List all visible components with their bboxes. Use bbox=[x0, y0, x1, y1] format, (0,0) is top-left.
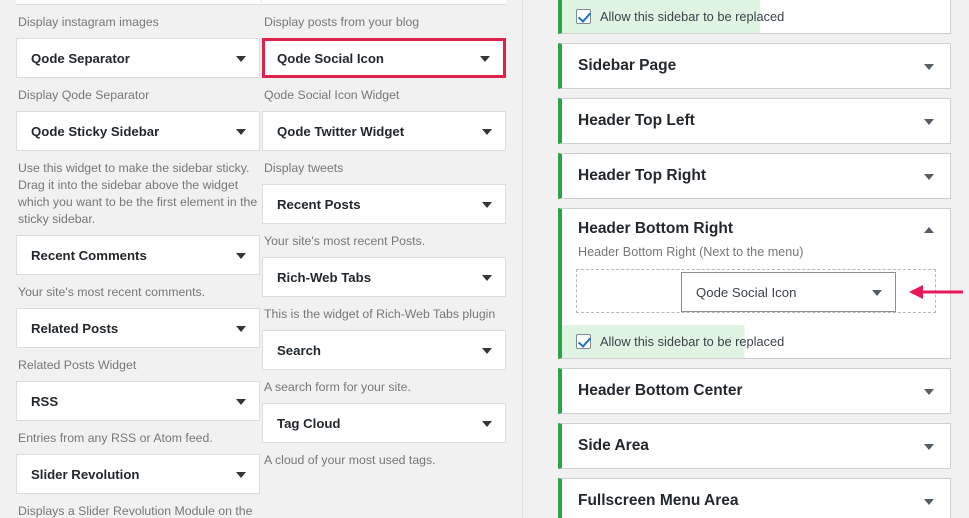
allow-replace-row[interactable]: Allow this sidebar to be replaced bbox=[562, 325, 950, 358]
chevron-down-icon[interactable] bbox=[924, 444, 934, 450]
sidebar-box-header-top-left[interactable]: Header Top Left bbox=[558, 98, 951, 144]
widget-description: Display instagram images bbox=[18, 15, 159, 29]
checkbox-checked-icon[interactable] bbox=[576, 9, 591, 24]
widget-option-label: Qode Sticky Sidebar bbox=[31, 123, 160, 139]
panel-divider bbox=[522, 0, 540, 518]
widget-option-slider-revolution[interactable]: Slider Revolution bbox=[16, 454, 260, 494]
widget-description: A cloud of your most used tags. bbox=[264, 453, 436, 467]
widget-option-recent-comments[interactable]: Recent Comments bbox=[16, 235, 260, 275]
widget-description: Your site's most recent comments. bbox=[18, 285, 206, 299]
widget-description: Your site's most recent Posts. bbox=[264, 234, 426, 248]
chevron-down-icon[interactable] bbox=[924, 119, 934, 125]
allow-replace-label: Allow this sidebar to be replaced bbox=[600, 9, 785, 24]
sidebar-box-title: Header Bottom Right bbox=[578, 220, 733, 237]
sidebar-box-fullscreen-menu-area[interactable]: Fullscreen Menu Area bbox=[558, 478, 951, 518]
sidebar-box-header-bottom-center[interactable]: Header Bottom Center bbox=[558, 368, 951, 414]
widget-option-qode-twitter-widget[interactable]: Qode Twitter Widget bbox=[262, 111, 506, 151]
widget-option-label: Recent Posts bbox=[277, 196, 361, 212]
widget-option-label: Tag Cloud bbox=[277, 415, 341, 431]
widget-description: Use this widget to make the sidebar stic… bbox=[18, 161, 258, 226]
dropped-widget-label: Qode Social Icon bbox=[696, 284, 797, 300]
sidebars-panel: Allow this sidebar to be replaced Sideba… bbox=[540, 0, 969, 518]
sidebar-box-title: Header Top Left bbox=[578, 112, 695, 129]
chevron-down-icon bbox=[236, 56, 246, 62]
chevron-down-icon bbox=[482, 421, 492, 427]
widget-option-qode-sticky-sidebar[interactable]: Qode Sticky Sidebar bbox=[16, 111, 260, 151]
chevron-down-icon bbox=[482, 129, 492, 135]
widget-description: Display Qode Separator bbox=[18, 88, 150, 102]
widget-option-rss[interactable]: RSS bbox=[16, 381, 260, 421]
widget-option-label: Recent Comments bbox=[31, 247, 147, 263]
chevron-down-icon bbox=[236, 253, 246, 259]
widget-option-label: Slider Revolution bbox=[31, 466, 140, 482]
sidebar-box-title: Header Top Right bbox=[578, 167, 707, 184]
sidebar-box-sidebar-page[interactable]: Sidebar Page bbox=[558, 43, 951, 89]
widget-box-cutoff-top bbox=[262, 0, 506, 5]
widget-option-label: RSS bbox=[31, 393, 59, 409]
chevron-up-icon[interactable] bbox=[924, 227, 934, 233]
widget-description: Display posts from your blog bbox=[264, 15, 420, 29]
available-widgets-column-right: Display posts from your blog Qode Social… bbox=[262, 0, 506, 476]
widget-option-label: Qode Separator bbox=[31, 50, 130, 66]
widget-box-cutoff-top bbox=[16, 0, 260, 5]
sidebar-box-title: Sidebar Page bbox=[578, 57, 677, 74]
chevron-down-icon bbox=[872, 290, 882, 296]
widget-description: Displays a Slider Revolution Module on t… bbox=[18, 504, 253, 518]
chevron-down-icon[interactable] bbox=[924, 174, 934, 180]
chevron-down-icon bbox=[236, 472, 246, 478]
allow-replace-label: Allow this sidebar to be replaced bbox=[600, 334, 785, 349]
sidebar-box-header[interactable]: Header Bottom Center bbox=[562, 369, 950, 413]
widget-description: This is the widget of Rich-Web Tabs plug… bbox=[264, 307, 496, 321]
sidebar-box-title: Fullscreen Menu Area bbox=[578, 492, 739, 509]
widget-option-rich-web-tabs[interactable]: Rich-Web Tabs bbox=[262, 257, 506, 297]
chevron-down-icon[interactable] bbox=[924, 389, 934, 395]
widget-drop-zone[interactable]: Qode Social Icon bbox=[576, 269, 963, 313]
widget-option-qode-social-icon[interactable]: Qode Social Icon bbox=[262, 38, 506, 78]
widget-option-label: Qode Twitter Widget bbox=[277, 123, 405, 139]
sidebar-box-header[interactable]: Header Top Left bbox=[562, 99, 950, 143]
sidebar-box-header[interactable]: Sidebar Page bbox=[562, 44, 950, 88]
allow-replace-row[interactable]: Allow this sidebar to be replaced bbox=[562, 0, 950, 33]
sidebar-box-cutoff-top: Allow this sidebar to be replaced bbox=[558, 0, 951, 34]
widget-option-recent-posts[interactable]: Recent Posts bbox=[262, 184, 506, 224]
available-widgets-panel: Display instagram images Qode Separator … bbox=[0, 0, 522, 518]
widget-description: A search form for your site. bbox=[264, 380, 411, 394]
sidebar-box-header-top-right[interactable]: Header Top Right bbox=[558, 153, 951, 199]
widget-option-label: Qode Social Icon bbox=[277, 50, 384, 66]
chevron-down-icon bbox=[482, 202, 492, 208]
widget-option-qode-separator[interactable]: Qode Separator bbox=[16, 38, 260, 78]
sidebar-box-title: Header Bottom Center bbox=[578, 382, 743, 399]
widget-description: Entries from any RSS or Atom feed. bbox=[18, 431, 213, 445]
sidebar-box-header-bottom-right[interactable]: Header Bottom Right Header Bottom Right … bbox=[558, 208, 963, 359]
widget-option-label: Related Posts bbox=[31, 320, 119, 336]
widget-option-label: Search bbox=[277, 342, 321, 358]
chevron-down-icon bbox=[482, 275, 492, 281]
checkbox-checked-icon[interactable] bbox=[576, 334, 591, 349]
widget-option-search[interactable]: Search bbox=[262, 330, 506, 370]
chevron-down-icon[interactable] bbox=[924, 499, 934, 505]
chevron-down-icon bbox=[482, 348, 492, 354]
sidebar-box-side-area[interactable]: Side Area bbox=[558, 423, 951, 469]
sidebar-box-header[interactable]: Header Bottom Right bbox=[562, 209, 950, 249]
chevron-down-icon bbox=[236, 399, 246, 405]
widget-description: Display tweets bbox=[264, 161, 344, 175]
sidebar-box-header[interactable]: Header Top Right bbox=[562, 154, 950, 198]
sidebar-box-header[interactable]: Fullscreen Menu Area bbox=[562, 479, 950, 518]
widget-description: Related Posts Widget bbox=[18, 358, 137, 372]
widget-option-related-posts[interactable]: Related Posts bbox=[16, 308, 260, 348]
widgets-admin-screen: Display instagram images Qode Separator … bbox=[0, 0, 969, 518]
arrow-left-annotation-icon bbox=[909, 285, 963, 299]
sidebar-box-header[interactable]: Side Area bbox=[562, 424, 950, 468]
widget-option-tag-cloud[interactable]: Tag Cloud bbox=[262, 403, 506, 443]
chevron-down-icon[interactable] bbox=[924, 64, 934, 70]
chevron-down-icon bbox=[236, 129, 246, 135]
sidebar-box-title: Side Area bbox=[578, 437, 649, 454]
dropped-widget-qode-social-icon[interactable]: Qode Social Icon bbox=[681, 272, 896, 312]
widget-option-label: Rich-Web Tabs bbox=[277, 269, 372, 285]
chevron-down-icon bbox=[480, 56, 490, 62]
widget-description: Qode Social Icon Widget bbox=[264, 88, 400, 102]
chevron-down-icon bbox=[236, 326, 246, 332]
available-widgets-column-left: Display instagram images Qode Separator … bbox=[16, 0, 260, 518]
